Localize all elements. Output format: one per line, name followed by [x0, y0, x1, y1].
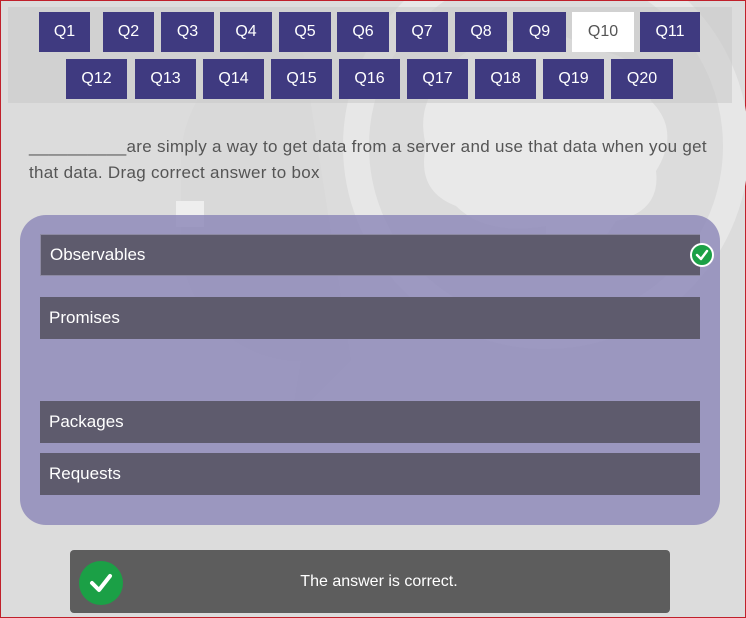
q7-button[interactable]: Q7 [396, 12, 448, 52]
q14-button[interactable]: Q14 [203, 59, 264, 99]
q10-button[interactable]: Q10 [572, 12, 634, 52]
q5-button[interactable]: Q5 [279, 12, 331, 52]
q17-button[interactable]: Q17 [407, 59, 468, 99]
q18-button[interactable]: Q18 [475, 59, 536, 99]
q20-button[interactable]: Q20 [611, 59, 673, 99]
q15-button[interactable]: Q15 [271, 59, 332, 99]
q11-button[interactable]: Q11 [640, 12, 700, 52]
q9-button[interactable]: Q9 [513, 12, 566, 52]
answer-option-requests[interactable]: Requests [40, 453, 700, 495]
q3-button[interactable]: Q3 [161, 12, 214, 52]
q2-button[interactable]: Q2 [103, 12, 154, 52]
q16-button[interactable]: Q16 [339, 59, 400, 99]
q13-button[interactable]: Q13 [135, 59, 196, 99]
q19-button[interactable]: Q19 [543, 59, 604, 99]
placed-answer: Observables [41, 235, 700, 275]
success-check-icon [79, 561, 123, 605]
question-text: __________are simply a way to get data f… [29, 137, 707, 182]
q4-button[interactable]: Q4 [220, 12, 272, 52]
q6-button[interactable]: Q6 [337, 12, 389, 52]
answer-option-promises[interactable]: Promises [40, 297, 700, 339]
q1-button[interactable]: Q1 [39, 12, 90, 52]
correct-check-icon [690, 243, 714, 267]
answer-option-packages[interactable]: Packages [40, 401, 700, 443]
feedback-message: The answer is correct. [300, 572, 458, 590]
q8-button[interactable]: Q8 [455, 12, 507, 52]
question-navigation-bar: Q1 Q2 Q3 Q4 Q5 Q6 Q7 Q8 Q9 Q10 Q11 Q12 Q… [8, 7, 732, 103]
q12-button[interactable]: Q12 [66, 59, 127, 99]
